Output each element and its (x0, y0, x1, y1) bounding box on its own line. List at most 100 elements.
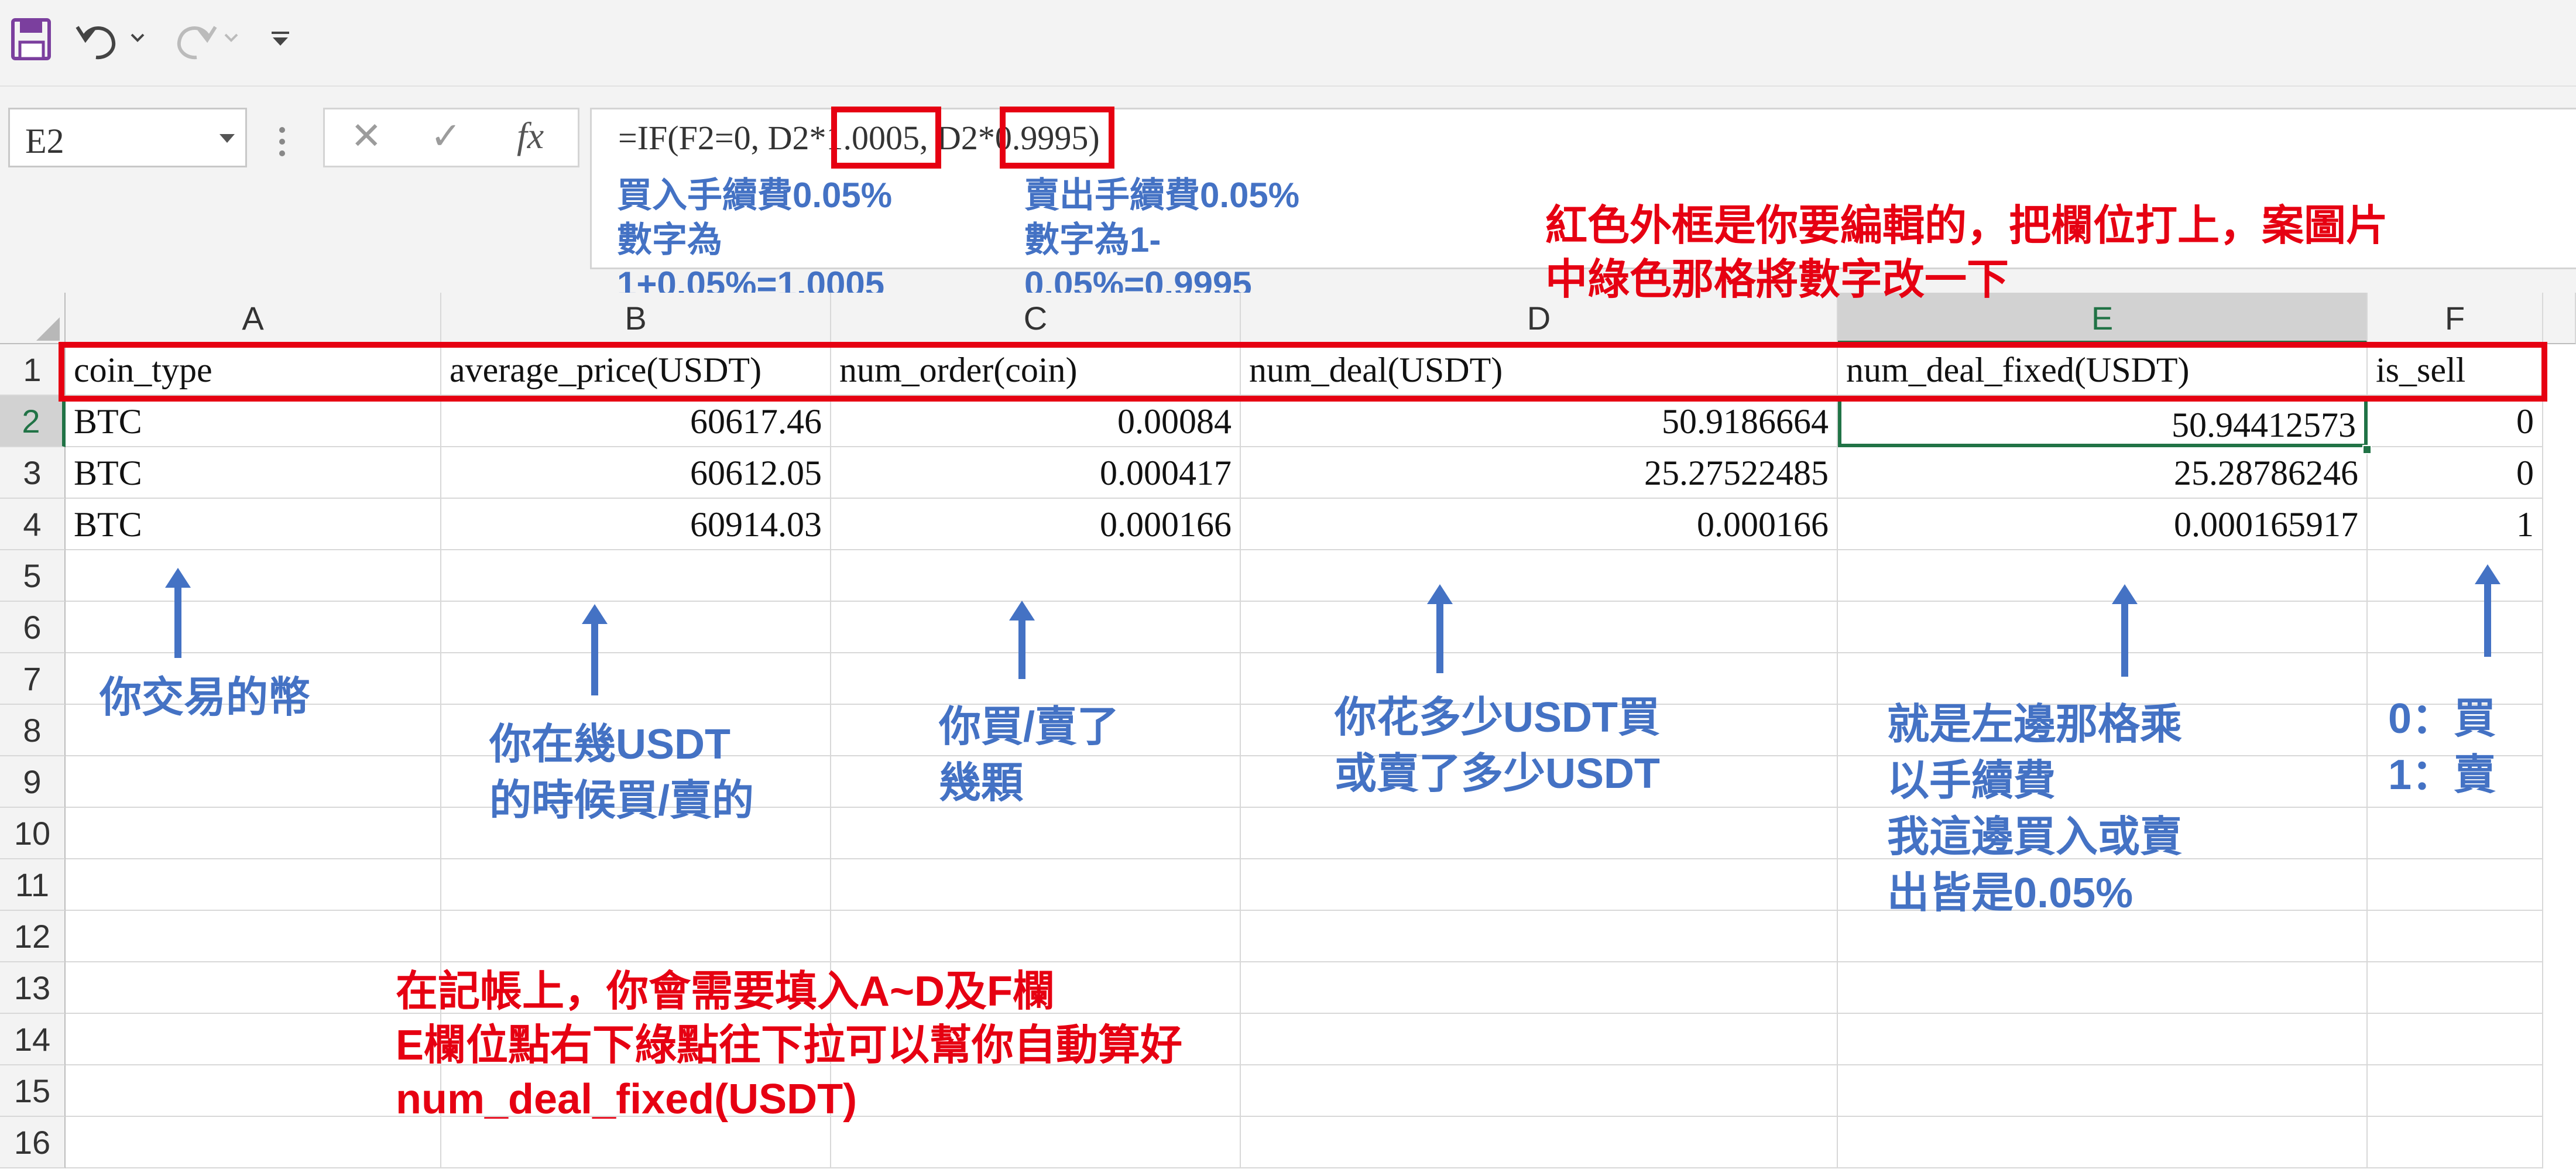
data-cell-a2[interactable]: BTC (66, 396, 441, 447)
empty-cell[interactable] (1838, 1065, 2368, 1117)
column-a-note: 你交易的幣 (100, 674, 311, 721)
redo-icon[interactable] (167, 16, 220, 66)
empty-cell[interactable] (2368, 808, 2543, 859)
row-header-3[interactable]: 3 (0, 447, 66, 499)
empty-cell[interactable] (1838, 962, 2368, 1014)
data-cell-e3[interactable]: 25.28786246 (1838, 447, 2368, 499)
data-cell-d2[interactable]: 50.9186664 (1241, 396, 1838, 447)
data-cell-d3[interactable]: 25.27522485 (1241, 447, 1838, 499)
empty-cell[interactable] (2368, 1014, 2543, 1065)
data-cell-f3[interactable]: 0 (2368, 447, 2543, 499)
data-cell-a4[interactable]: BTC (66, 499, 441, 550)
data-cell-e4[interactable]: 0.000165917 (1838, 499, 2368, 550)
empty-cell[interactable] (1241, 859, 1838, 911)
cancel-icon[interactable]: ✕ (351, 114, 382, 158)
fill-handle[interactable] (2362, 445, 2372, 454)
empty-cell[interactable] (1241, 911, 1838, 962)
empty-cell[interactable] (1241, 1065, 1838, 1117)
save-icon[interactable] (11, 16, 53, 66)
row-header-4[interactable]: 4 (0, 499, 66, 550)
insert-function-icon[interactable]: fx (517, 114, 544, 157)
data-cell-c2[interactable]: 0.00084 (831, 396, 1241, 447)
empty-cell[interactable] (1241, 1014, 1838, 1065)
empty-cell[interactable] (441, 550, 831, 602)
row-header-1[interactable]: 1 (0, 344, 66, 396)
empty-cell[interactable] (66, 550, 441, 602)
empty-cell[interactable] (66, 602, 441, 653)
empty-cell[interactable] (2368, 550, 2543, 602)
row-header-13[interactable]: 13 (0, 962, 66, 1014)
undo-icon[interactable] (73, 16, 125, 66)
enter-icon[interactable]: ✓ (430, 114, 462, 158)
empty-cell[interactable] (1241, 962, 1838, 1014)
quick-access-toolbar (0, 0, 2576, 87)
formula-bar-grip-icon[interactable] (279, 124, 286, 159)
empty-cell[interactable] (1838, 550, 2368, 602)
empty-cell[interactable] (1838, 1117, 2368, 1168)
name-box[interactable]: E2 (8, 108, 247, 167)
row-header-10[interactable]: 10 (0, 808, 66, 859)
data-cell-e2[interactable]: 50.94412573 (1838, 396, 2368, 447)
arrow-up-icon (1009, 601, 1035, 679)
formula-buttons: ✕ ✓ fx (323, 108, 579, 167)
row-header-8[interactable]: 8 (0, 705, 66, 756)
row-header-6[interactable]: 6 (0, 602, 66, 653)
empty-cell[interactable] (66, 756, 441, 808)
row-header-9[interactable]: 9 (0, 756, 66, 808)
row-header-7[interactable]: 7 (0, 653, 66, 705)
data-cell-b3[interactable]: 60612.05 (441, 447, 831, 499)
row-header-15[interactable]: 15 (0, 1065, 66, 1117)
data-cell-f4[interactable]: 1 (2368, 499, 2543, 550)
column-header-f[interactable]: F (2368, 293, 2543, 344)
empty-cell[interactable] (441, 602, 831, 653)
empty-cell[interactable] (66, 859, 441, 911)
row-header-14[interactable]: 14 (0, 1014, 66, 1065)
data-cell-c3[interactable]: 0.000417 (831, 447, 1241, 499)
data-cell-d4[interactable]: 0.000166 (1241, 499, 1838, 550)
empty-cell[interactable] (831, 808, 1241, 859)
empty-cell[interactable] (1838, 1014, 2368, 1065)
buy-multiplier-highlight (831, 107, 941, 169)
column-header-a[interactable]: A (66, 293, 441, 344)
row-header-2[interactable]: 2 (0, 396, 66, 447)
empty-cell[interactable] (1241, 1117, 1838, 1168)
empty-cell[interactable] (2368, 1065, 2543, 1117)
data-cell-a3[interactable]: BTC (66, 447, 441, 499)
row-header-16[interactable]: 16 (0, 1117, 66, 1168)
empty-cell[interactable] (2368, 911, 2543, 962)
data-cell-c4[interactable]: 0.000166 (831, 499, 1241, 550)
empty-cell[interactable] (831, 911, 1241, 962)
empty-cell[interactable] (66, 962, 441, 1014)
empty-cell[interactable] (66, 1117, 441, 1168)
data-cell-f2[interactable]: 0 (2368, 396, 2543, 447)
column-header-g[interactable] (2543, 293, 2576, 344)
empty-cell[interactable] (831, 550, 1241, 602)
name-box-dropdown-icon[interactable] (219, 134, 235, 143)
row-header-5[interactable]: 5 (0, 550, 66, 602)
undo-dropdown-icon[interactable] (130, 33, 145, 46)
empty-cell[interactable] (66, 1065, 441, 1117)
empty-cell[interactable] (66, 911, 441, 962)
empty-cell[interactable] (1241, 808, 1838, 859)
empty-cell[interactable] (1241, 550, 1838, 602)
empty-cell[interactable] (2368, 859, 2543, 911)
customize-toolbar-icon[interactable] (269, 30, 293, 51)
redo-dropdown-icon[interactable] (224, 33, 239, 46)
empty-cell[interactable] (1838, 602, 2368, 653)
empty-cell[interactable] (66, 1014, 441, 1065)
empty-cell[interactable] (831, 859, 1241, 911)
empty-cell[interactable] (441, 859, 831, 911)
empty-cell[interactable] (2368, 962, 2543, 1014)
row-header-11[interactable]: 11 (0, 859, 66, 911)
empty-cell[interactable] (441, 911, 831, 962)
empty-cell[interactable] (66, 808, 441, 859)
column-header-c[interactable]: C (831, 293, 1241, 344)
column-header-b[interactable]: B (441, 293, 831, 344)
data-cell-b4[interactable]: 60914.03 (441, 499, 831, 550)
empty-cell[interactable] (2368, 602, 2543, 653)
empty-cell[interactable] (2368, 1117, 2543, 1168)
data-cell-b2[interactable]: 60617.46 (441, 396, 831, 447)
row-header-12[interactable]: 12 (0, 911, 66, 962)
empty-cell[interactable] (1241, 602, 1838, 653)
empty-cell[interactable] (441, 653, 831, 705)
